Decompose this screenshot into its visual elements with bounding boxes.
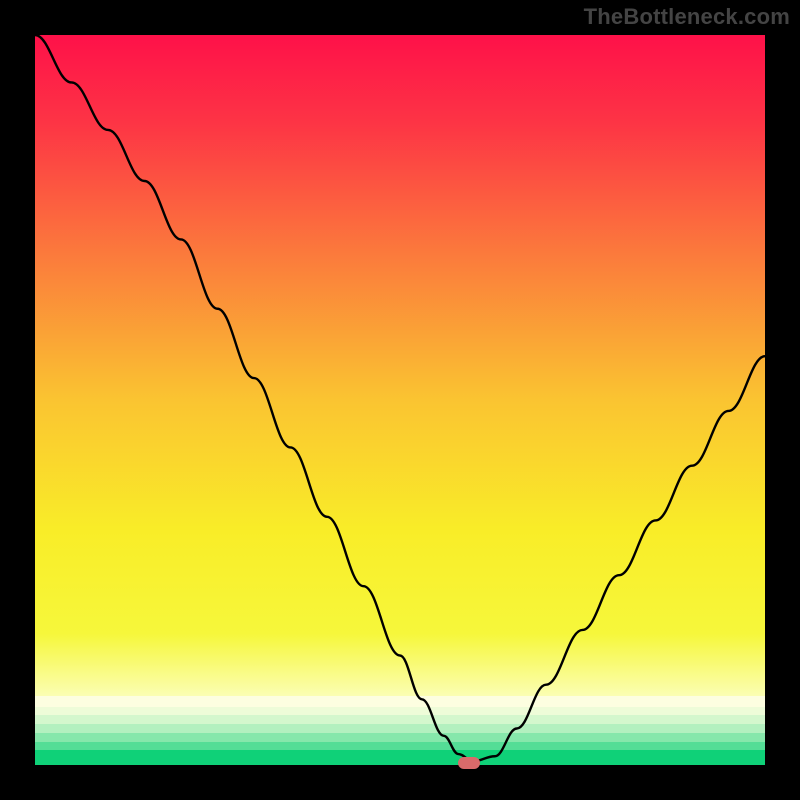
bottleneck-curve — [35, 35, 765, 761]
curve-svg — [35, 35, 765, 765]
watermark-text: TheBottleneck.com — [584, 4, 790, 30]
plot-area — [35, 35, 765, 765]
chart-container: TheBottleneck.com — [0, 0, 800, 800]
current-config-marker — [458, 757, 480, 769]
